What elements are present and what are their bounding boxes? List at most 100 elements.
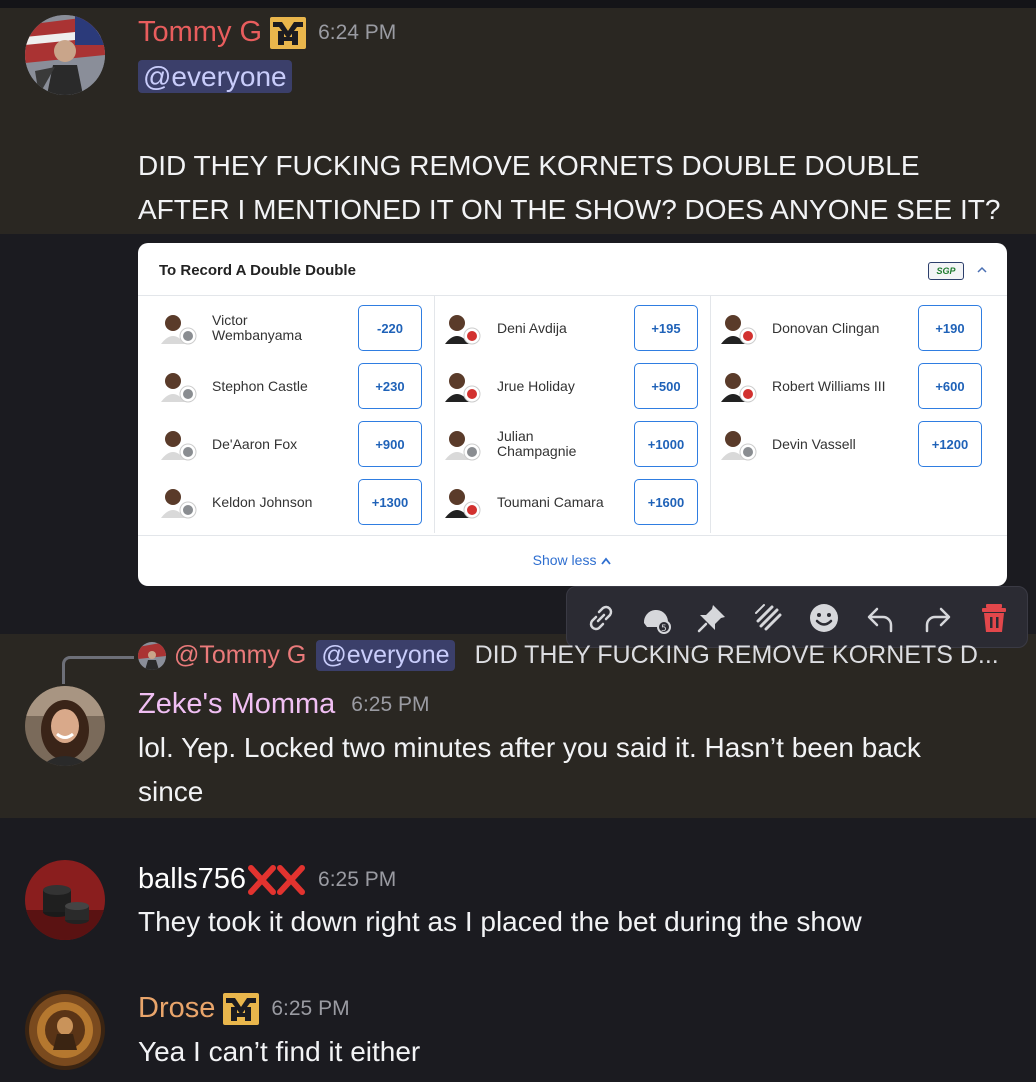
odds-button[interactable]: +190	[918, 305, 982, 351]
avatar-zekes-momma[interactable]	[25, 686, 105, 766]
odds-button[interactable]: +500	[634, 363, 698, 409]
player-name: Victor Wembanyama	[212, 313, 302, 343]
reply-text: DID THEY FUCKING REMOVE KORNETS D...	[474, 641, 999, 669]
message-header: Drose 6:25 PM	[138, 992, 350, 1025]
message-header: balls756 6:25 PM	[138, 863, 396, 896]
username[interactable]: Zeke's Momma	[138, 688, 335, 721]
message-line: @everyone	[138, 60, 292, 93]
reply-author: @Tommy G	[174, 641, 307, 669]
avatar-tommy-g[interactable]	[25, 15, 105, 95]
player-name-line: De'Aaron Fox	[212, 436, 298, 452]
timestamp: 6:24 PM	[318, 20, 397, 44]
player-name-line: Toumani Camara	[497, 494, 604, 510]
message-header: Zeke's Momma 6:25 PM	[138, 688, 430, 721]
message-line: AFTER I MENTIONED IT ON THE SHOW? DOES A…	[138, 194, 1001, 225]
player-name: Devin Vassell	[772, 437, 856, 452]
reply-icon[interactable]	[863, 601, 897, 635]
player-name-line: Wembanyama	[212, 327, 303, 343]
message-line: Yea I can’t find it either	[138, 1036, 421, 1067]
player-name: Donovan Clingan	[772, 321, 879, 336]
odds-button[interactable]: -220	[358, 305, 422, 351]
emoji-icon[interactable]	[807, 601, 841, 635]
player-headshot-icon	[721, 431, 757, 461]
timestamp: 6:25 PM	[351, 692, 430, 716]
player-name: Deni Avdija	[497, 321, 567, 336]
divider	[138, 295, 1007, 296]
pin-icon[interactable]	[695, 601, 729, 635]
reaction-icon[interactable]: 5	[639, 601, 673, 635]
message-header: Tommy G 6:24 PM	[138, 16, 396, 49]
timestamp: 6:25 PM	[318, 867, 397, 891]
player-name-line: Devin Vassell	[772, 436, 856, 452]
player-name-line: Deni Avdija	[497, 320, 567, 336]
avatar-drose[interactable]	[25, 990, 105, 1070]
player-headshot-icon	[161, 489, 197, 519]
player-name: Julian Champagnie	[497, 429, 576, 459]
chevron-up-icon	[601, 557, 612, 565]
player-headshot-icon	[161, 431, 197, 461]
username[interactable]: Tommy G	[138, 16, 262, 49]
player-name-line: Victor	[212, 312, 248, 328]
player-name: Jrue Holiday	[497, 379, 575, 394]
reply-connector	[62, 656, 134, 684]
odds-button[interactable]: +1300	[358, 479, 422, 525]
odds-button[interactable]: +1000	[634, 421, 698, 467]
message-line: lol. Yep. Locked two minutes after you s…	[138, 732, 921, 763]
player-headshot-icon	[445, 315, 481, 345]
odds-button[interactable]: +195	[634, 305, 698, 351]
player-name: Keldon Johnson	[212, 495, 312, 510]
show-less-label: Show less	[532, 552, 597, 568]
username[interactable]: balls756	[138, 863, 246, 896]
player-headshot-icon	[445, 489, 481, 519]
player-name: Toumani Camara	[497, 495, 604, 510]
guild-badge-icon	[270, 16, 307, 49]
odds-button[interactable]: +600	[918, 363, 982, 409]
message-action-toolbar: 5	[566, 586, 1028, 648]
odds-button[interactable]: +1600	[634, 479, 698, 525]
player-name-line: Jrue Holiday	[497, 378, 575, 394]
guild-badge-icon	[223, 992, 260, 1025]
message-line: They took it down right as I placed the …	[138, 906, 862, 937]
divider	[138, 535, 1007, 536]
card-title: To Record A Double Double	[159, 262, 356, 279]
odds-button[interactable]: +900	[358, 421, 422, 467]
player-headshot-icon	[161, 315, 197, 345]
show-less-link[interactable]: Show less	[138, 552, 1007, 568]
player-name-line: Donovan Clingan	[772, 320, 880, 336]
player-headshot-icon	[721, 373, 757, 403]
top-band	[0, 0, 1036, 8]
everyone-mention: @everyone	[316, 640, 455, 671]
odds-button[interactable]: +230	[358, 363, 422, 409]
player-name-line: Julian	[497, 428, 534, 444]
player-headshot-icon	[445, 431, 481, 461]
player-headshot-icon	[721, 315, 757, 345]
player-name-line: Champagnie	[497, 443, 577, 459]
svg-text:5: 5	[661, 624, 667, 634]
avatar-balls756[interactable]	[25, 860, 105, 940]
sgp-badge: SGP	[928, 262, 964, 280]
player-headshot-icon	[161, 373, 197, 403]
odds-screenshot-attachment[interactable]: To Record A Double Double SGP Victor Wemb…	[138, 243, 1007, 586]
delete-icon[interactable]	[977, 601, 1011, 635]
everyone-mention[interactable]: @everyone	[138, 60, 292, 93]
divider	[710, 295, 711, 533]
message-line: since	[138, 776, 204, 807]
thread-icon[interactable]	[752, 601, 786, 635]
player-name-line: Robert Williams III	[772, 378, 886, 394]
reply-preview[interactable]: @Tommy G @everyone DID THEY FUCKING REMO…	[138, 640, 999, 671]
player-name: De'Aaron Fox	[212, 437, 297, 452]
chevron-up-icon	[977, 266, 987, 273]
odds-button[interactable]: +1200	[918, 421, 982, 467]
player-headshot-icon	[445, 373, 481, 403]
player-name-line: Stephon Castle	[212, 378, 308, 394]
player-name: Robert Williams III	[772, 379, 886, 394]
divider	[434, 295, 435, 533]
player-name-line: Keldon Johnson	[212, 494, 313, 510]
forward-icon[interactable]	[921, 601, 955, 635]
reply-avatar	[138, 641, 166, 670]
player-name: Stephon Castle	[212, 379, 308, 394]
timestamp: 6:25 PM	[271, 996, 350, 1020]
double-x-icon	[248, 864, 306, 895]
link-icon[interactable]	[584, 601, 618, 635]
username[interactable]: Drose	[138, 992, 215, 1025]
